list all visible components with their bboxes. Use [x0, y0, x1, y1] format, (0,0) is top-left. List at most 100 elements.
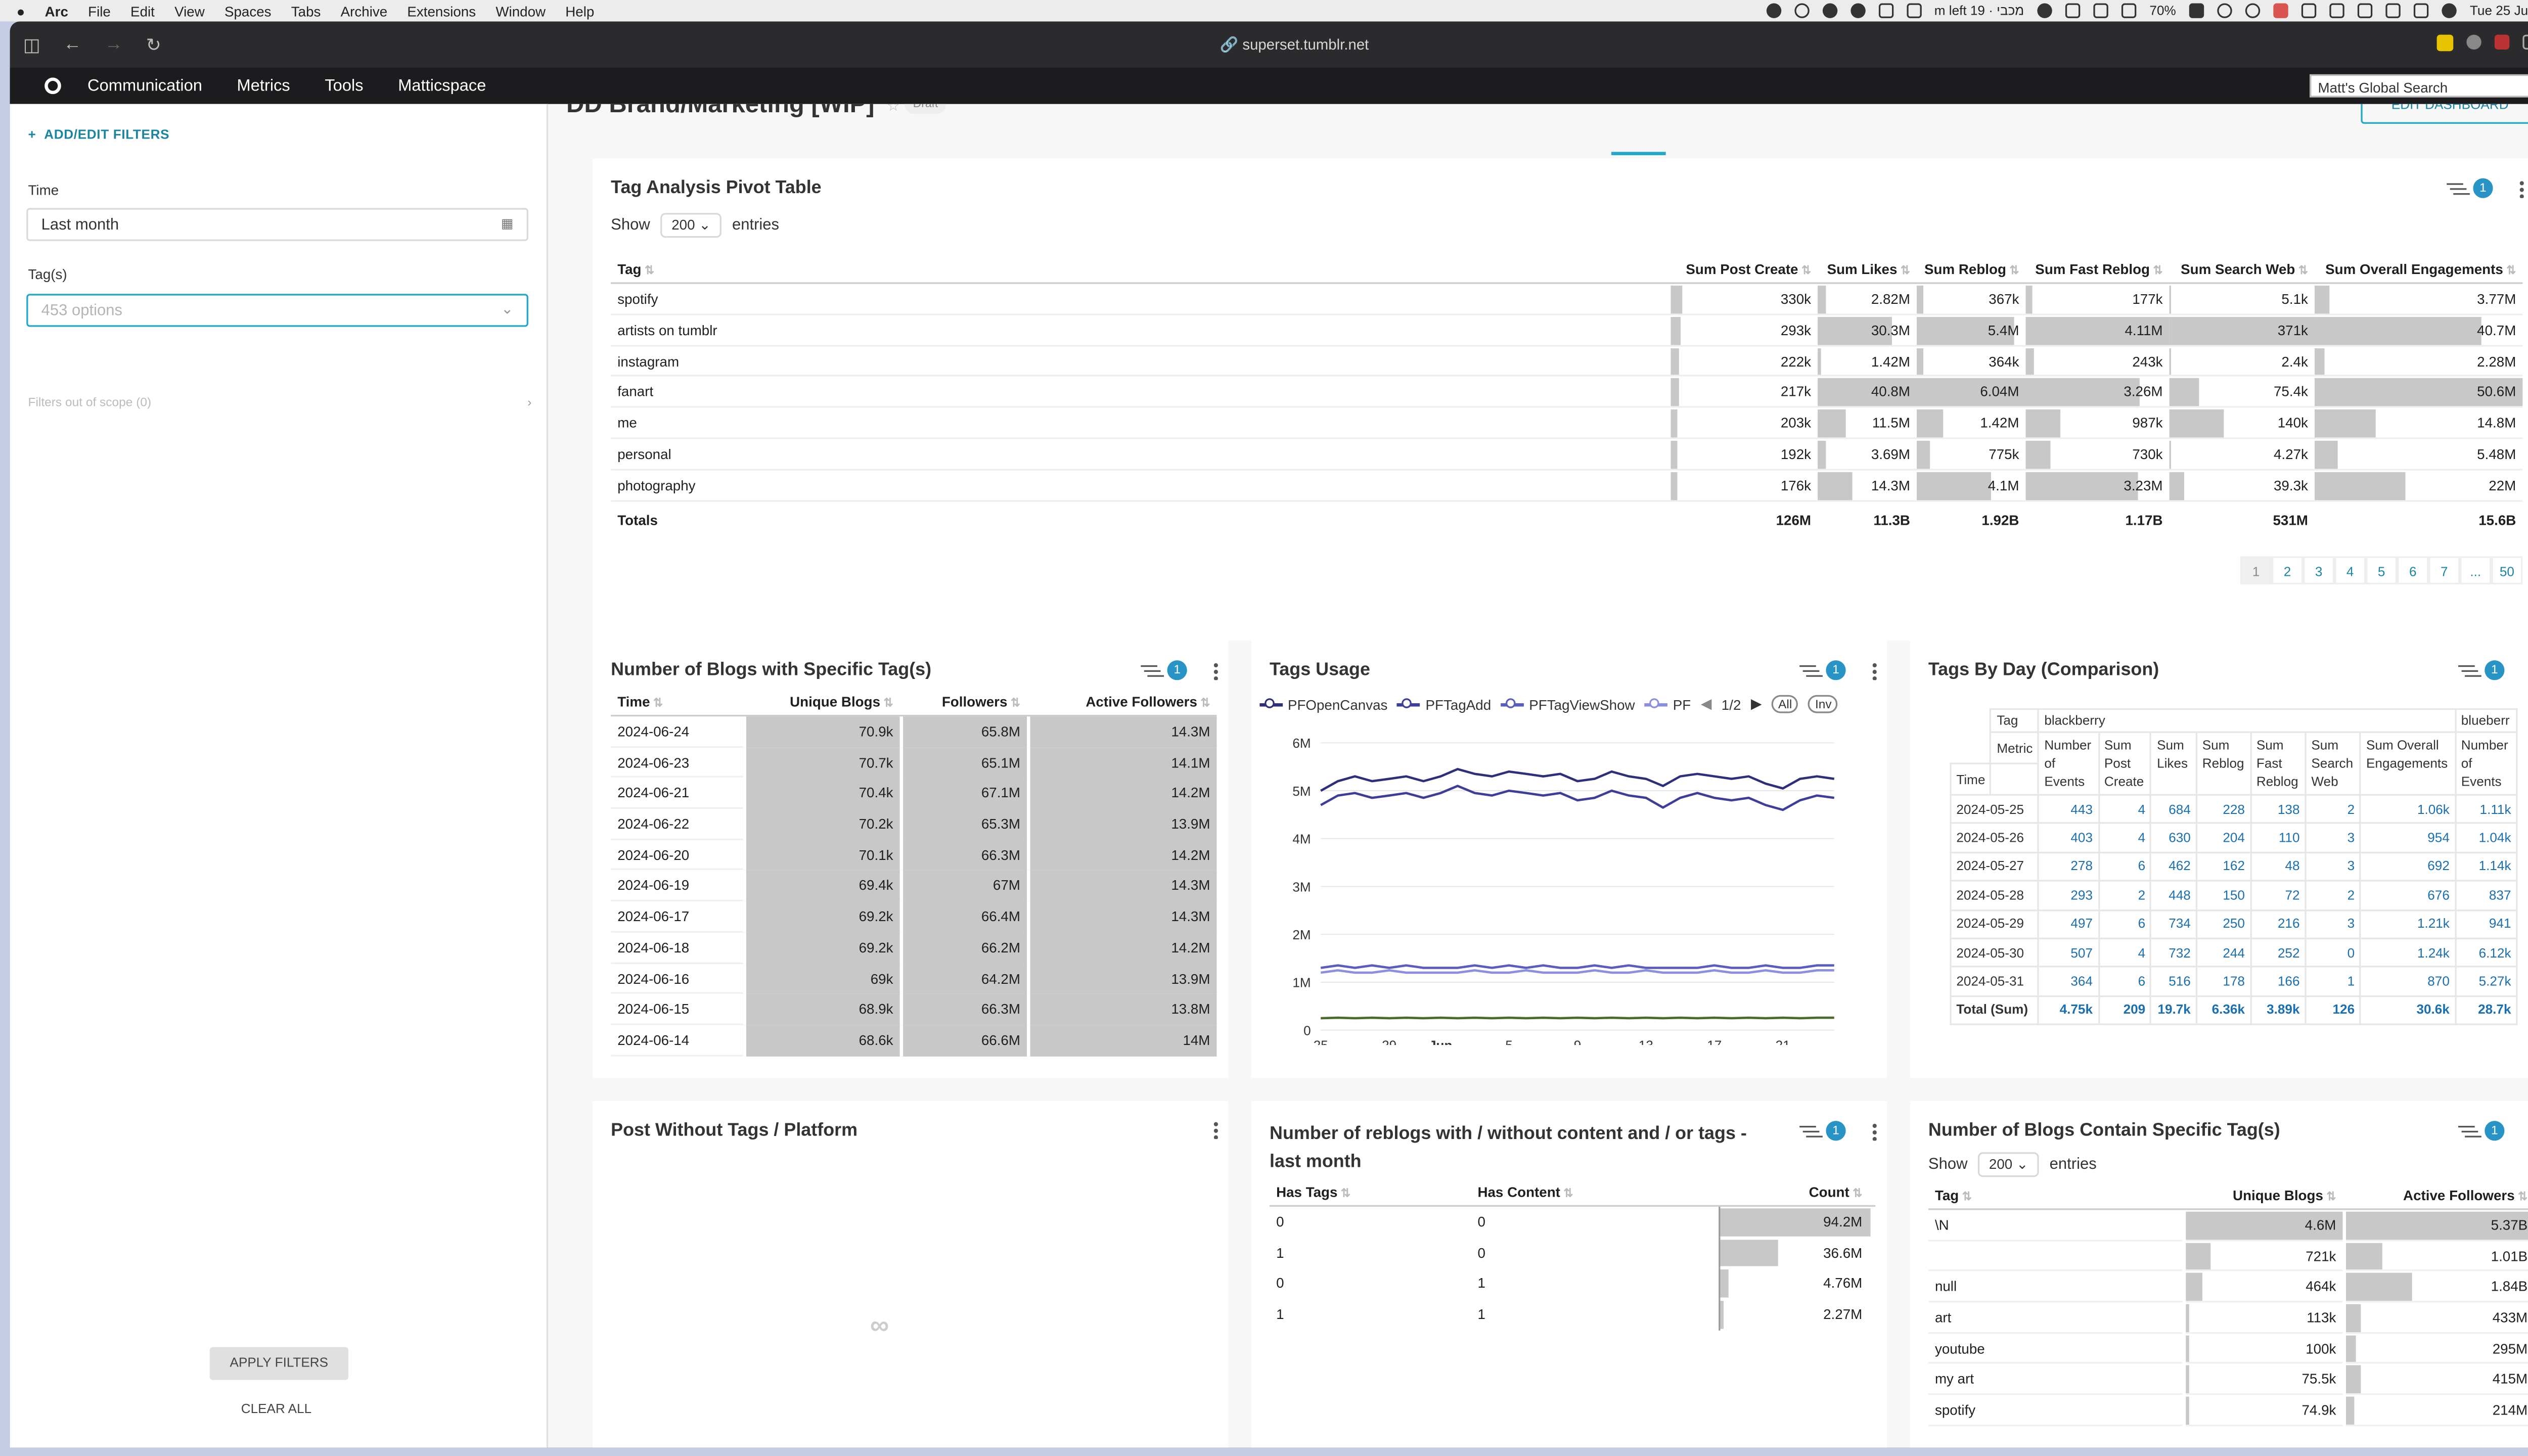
keyboard-icon[interactable]: [2357, 3, 2373, 18]
tags-filter-select[interactable]: 453 options ⌄: [26, 294, 528, 327]
filter-count-badge[interactable]: 1: [2473, 178, 2493, 198]
legend-item[interactable]: PF: [1645, 696, 1691, 712]
calendar-icon[interactable]: [2329, 3, 2344, 18]
page-button[interactable]: 2: [2272, 556, 2304, 584]
superset-logo-icon[interactable]: [44, 77, 61, 95]
extension-red-icon[interactable]: [2494, 34, 2510, 50]
more-icon[interactable]: [1213, 661, 1218, 679]
screen-icon[interactable]: [2301, 3, 2317, 18]
filter-count-badge[interactable]: 1: [2485, 660, 2505, 680]
menu-archive[interactable]: Archive: [341, 3, 388, 19]
filter-icon[interactable]: [1141, 664, 1157, 677]
entries-select[interactable]: 200 ⌄: [660, 213, 723, 238]
menu-spaces[interactable]: Spaces: [224, 3, 272, 19]
apple-icon[interactable]: ●: [17, 3, 25, 19]
col-header[interactable]: Has Content ⇅: [1471, 1184, 1719, 1200]
series-line[interactable]: [1320, 767, 1835, 792]
status-text[interactable]: m left 19 · מכבי: [1934, 4, 2024, 18]
cloud-icon[interactable]: [2037, 3, 2052, 18]
status-app-icon[interactable]: [1766, 3, 1781, 18]
col-header[interactable]: Unique Blogs ⇅: [743, 693, 899, 710]
filter-icon[interactable]: [2458, 664, 2475, 677]
star-icon[interactable]: ☆: [886, 104, 899, 116]
pivot-col-header[interactable]: Tag ⇅: [611, 261, 1671, 278]
layers-icon[interactable]: [1906, 3, 1921, 18]
split-view-icon[interactable]: [2522, 34, 2528, 50]
col-header[interactable]: Followers ⇅: [900, 693, 1027, 710]
pivot-col-header[interactable]: Sum Likes ⇅: [1818, 261, 1917, 278]
box-icon[interactable]: [2065, 3, 2081, 18]
display-icon[interactable]: [2121, 3, 2137, 18]
battery-percent[interactable]: 70%: [2149, 4, 2176, 18]
microphone-icon[interactable]: [2273, 3, 2288, 18]
wifi-icon[interactable]: [2385, 3, 2401, 18]
more-icon[interactable]: [1872, 661, 1877, 679]
col-header[interactable]: Active Followers ⇅: [1027, 693, 1217, 710]
page-button[interactable]: 3: [2303, 556, 2335, 584]
filter-count-badge[interactable]: 1: [1826, 1121, 1846, 1141]
clock-icon[interactable]: [2217, 3, 2232, 18]
menu-extensions[interactable]: Extensions: [407, 3, 476, 19]
filter-icon[interactable]: [2447, 181, 2463, 195]
control-center-icon[interactable]: [2413, 3, 2429, 18]
play-icon[interactable]: [1794, 3, 1809, 18]
series-line[interactable]: [1320, 785, 1835, 811]
extension-r-icon[interactable]: [2436, 34, 2454, 52]
filter-icon[interactable]: [2458, 1124, 2475, 1138]
menu-file[interactable]: File: [88, 3, 111, 19]
compass-icon[interactable]: [2245, 3, 2261, 18]
nav-matticspace[interactable]: Matticspace: [398, 77, 486, 95]
add-edit-filters-button[interactable]: + ADD/EDIT FILTERS: [28, 127, 170, 142]
pivot-col-header[interactable]: Sum Overall Engagements ⇅: [2315, 261, 2522, 278]
entries-select[interactable]: 200 ⌄: [1977, 1152, 2040, 1177]
col-header[interactable]: Has Tags ⇅: [1270, 1184, 1471, 1200]
legend-invert-button[interactable]: Inv: [1808, 695, 1838, 713]
page-button[interactable]: 4: [2334, 556, 2366, 584]
col-header[interactable]: Time ⇅: [611, 693, 743, 710]
filter-count-badge[interactable]: 1: [1826, 660, 1846, 680]
legend-item[interactable]: PFTagAdd: [1397, 696, 1491, 712]
url-text[interactable]: 🔗 superset.tumblr.net: [10, 36, 2528, 55]
filters-out-of-scope[interactable]: Filters out of scope (0) ›: [28, 394, 532, 409]
page-button[interactable]: 6: [2397, 556, 2429, 584]
menu-tabs[interactable]: Tabs: [291, 3, 321, 19]
legend-next-icon[interactable]: ▶: [1751, 695, 1762, 713]
col-header[interactable]: Count ⇅: [1719, 1184, 1869, 1200]
page-button[interactable]: ...: [2460, 556, 2492, 584]
legend-item[interactable]: PFOpenCanvas: [1259, 696, 1387, 712]
menu-app-name[interactable]: Arc: [45, 3, 68, 19]
menu-view[interactable]: View: [174, 3, 205, 19]
col-header[interactable]: Active Followers ⇅: [2342, 1187, 2528, 1204]
menu-edit[interactable]: Edit: [130, 3, 155, 19]
clear-all-button[interactable]: CLEAR ALL: [241, 1401, 311, 1416]
nav-metrics[interactable]: Metrics: [237, 77, 290, 95]
expand-icon[interactable]: [2093, 3, 2108, 18]
page-button[interactable]: 50: [2491, 556, 2523, 584]
pivot-col-header[interactable]: Sum Fast Reblog ⇅: [2026, 261, 2170, 278]
pivot-col-header[interactable]: Sum Post Create ⇅: [1671, 261, 1818, 278]
series-line[interactable]: [1320, 969, 1834, 974]
col-header[interactable]: Tag ⇅: [1928, 1187, 2183, 1204]
page-button[interactable]: 7: [2428, 556, 2460, 584]
menu-window[interactable]: Window: [495, 3, 546, 19]
more-icon[interactable]: [2519, 179, 2524, 198]
page-button[interactable]: 1: [2240, 556, 2272, 584]
pivot-col-header[interactable]: Sum Search Web ⇅: [2170, 261, 2315, 278]
bluetooth-icon[interactable]: [1878, 3, 1893, 18]
filter-count-badge[interactable]: 1: [2485, 1121, 2505, 1141]
legend-prev-icon[interactable]: ◀: [1701, 695, 1711, 713]
filter-icon[interactable]: [1799, 1124, 1816, 1138]
more-icon[interactable]: [1213, 1121, 1218, 1140]
extension-icon[interactable]: [2466, 34, 2481, 50]
google-icon[interactable]: [1850, 3, 1865, 18]
page-button[interactable]: 5: [2366, 556, 2398, 584]
edit-dashboard-button[interactable]: EDIT DASHBOARD: [2361, 104, 2528, 124]
menu-help[interactable]: Help: [565, 3, 594, 19]
global-search-input[interactable]: Matt's Global Search: [2310, 74, 2528, 98]
col-header[interactable]: Unique Blogs ⇅: [2183, 1187, 2343, 1204]
battery-icon[interactable]: [2189, 3, 2204, 18]
legend-item[interactable]: PFTagViewShow: [1501, 696, 1635, 712]
clock[interactable]: Tue 25 Jun 14:41: [2470, 4, 2528, 18]
filter-icon[interactable]: [1799, 664, 1816, 677]
time-filter-select[interactable]: Last month ▦: [26, 208, 528, 241]
